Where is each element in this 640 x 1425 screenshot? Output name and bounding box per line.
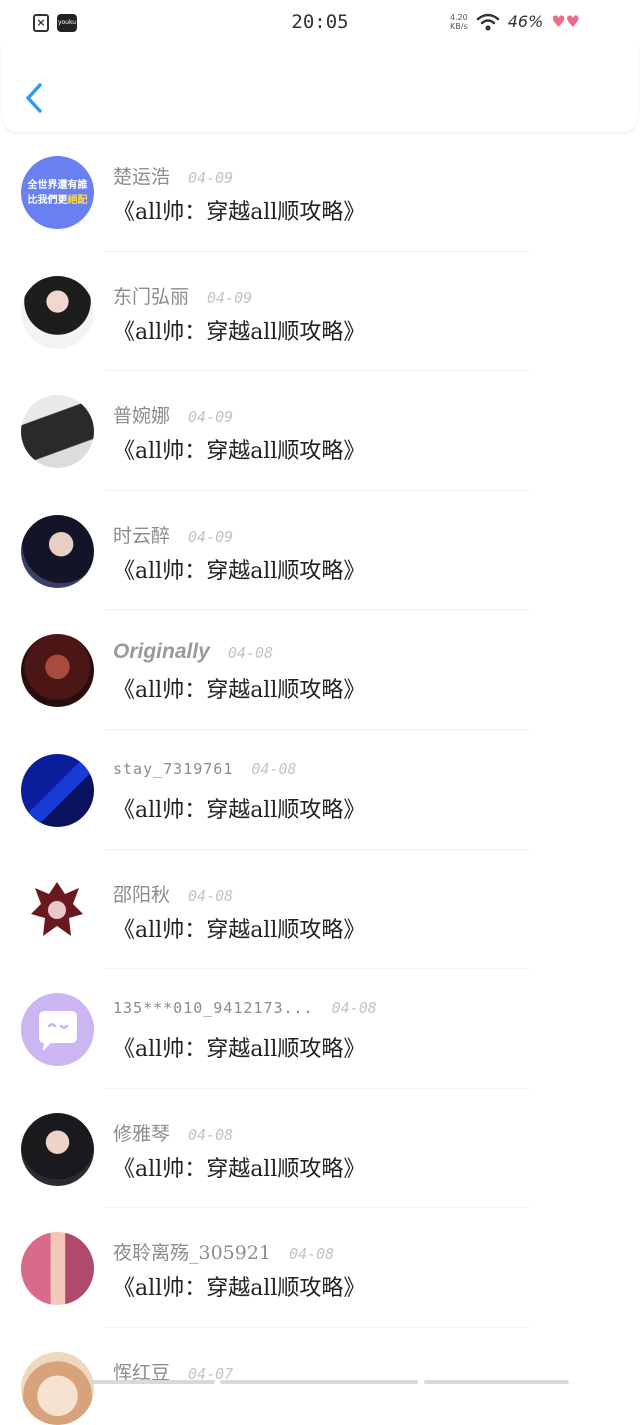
comment-title[interactable]: 《all帅：穿越all顺攻略》 — [113, 1270, 365, 1302]
status-bar: × youku 20:05 4.20 KB/s 46% ♥♥ — [0, 0, 640, 44]
comment-title[interactable]: 《all帅：穿越all顺攻略》 — [113, 433, 365, 465]
avatar[interactable] — [21, 993, 94, 1067]
avatar[interactable] — [21, 1351, 94, 1425]
top-nav-bar — [2, 44, 638, 132]
list-item[interactable]: stay_7319761 04-08 《all帅：穿越all顺攻略》 — [0, 730, 640, 850]
comment-date: 04-09 — [188, 408, 234, 427]
comment-date: 04-08 — [227, 644, 274, 663]
comment-date: 04-08 — [188, 1125, 234, 1144]
comment-title[interactable]: 《all帅：穿越all顺攻略》 — [113, 912, 365, 944]
comment-title[interactable]: 《all帅：穿越all顺攻略》 — [113, 194, 365, 226]
back-button[interactable] — [20, 78, 50, 118]
battery-level: 46% — [507, 12, 544, 31]
comment-title[interactable]: 《all帅：穿越all顺攻略》 — [113, 314, 365, 346]
username[interactable]: 修雅琴 — [113, 1119, 170, 1146]
comment-date: 04-09 — [188, 169, 234, 187]
avatar-text-line1: 全世界還有誰 — [27, 179, 88, 191]
list-item[interactable]: 恽红豆 04-07 — [0, 1328, 640, 1425]
username[interactable]: 135***010_9412173... — [113, 999, 314, 1017]
status-indicators: 4.20 KB/s 46% ♥♥ — [450, 12, 580, 31]
username[interactable]: 夜聆离殇_305921 — [113, 1238, 271, 1265]
username[interactable]: 邵阳秋 — [113, 880, 170, 907]
username[interactable]: 普婉娜 — [113, 401, 170, 428]
comment-date: 04-08 — [251, 759, 297, 778]
comment-title[interactable]: 《all帅：穿越all顺攻略》 — [113, 792, 365, 824]
username[interactable]: 楚运浩 — [113, 162, 170, 189]
avatar[interactable] — [21, 275, 94, 349]
username[interactable]: 东门弘丽 — [113, 282, 189, 309]
comment-date: 04-09 — [207, 288, 253, 307]
comment-date: 04-09 — [188, 527, 234, 546]
avatar[interactable] — [21, 634, 94, 708]
comment-date: 04-08 — [188, 886, 234, 905]
comment-title[interactable]: 《all帅：穿越all顺攻略》 — [113, 1151, 365, 1183]
battery-heart-icon: ♥♥ — [551, 12, 580, 31]
comment-list: 全世界還有誰 比我們更絕配 楚运浩 04-09 《all帅：穿越all顺攻略》 … — [0, 132, 640, 1425]
username[interactable]: stay_7319761 — [113, 760, 233, 778]
chevron-left-icon — [26, 83, 42, 113]
avatar[interactable] — [21, 395, 94, 469]
list-item[interactable]: 135***010_9412173... 04-08 《all帅：穿越all顺攻… — [0, 969, 640, 1089]
avatar-text-line2: 比我們更絕配 — [27, 194, 88, 206]
avatar[interactable] — [21, 514, 94, 588]
username[interactable]: Originally — [113, 640, 210, 664]
list-item[interactable]: 普婉娜 04-09 《all帅：穿越all顺攻略》 — [0, 371, 640, 491]
avatar[interactable] — [21, 1112, 94, 1186]
net-speed: 4.20 KB/s — [450, 13, 468, 31]
username[interactable]: 时云醉 — [113, 521, 170, 548]
comment-title[interactable]: 《all帅：穿越all顺攻略》 — [113, 553, 365, 585]
avatar[interactable] — [21, 1232, 94, 1306]
chat-bubble-icon — [39, 1011, 77, 1052]
avatar[interactable] — [21, 873, 94, 947]
avatar[interactable] — [21, 753, 94, 827]
emblem-icon — [31, 881, 83, 936]
avatar[interactable]: 全世界還有誰 比我們更絕配 — [21, 156, 94, 229]
net-speed-unit: KB/s — [450, 21, 468, 31]
net-speed-value: 4.20 — [449, 12, 468, 22]
list-item[interactable]: 时云醉 04-09 《all帅：穿越all顺攻略》 — [0, 491, 640, 611]
comment-title[interactable]: 《all帅：穿越all顺攻略》 — [113, 1031, 365, 1063]
list-item[interactable]: 修雅琴 04-08 《all帅：穿越all顺攻略》 — [0, 1089, 640, 1209]
comment-date: 04-08 — [289, 1245, 335, 1264]
list-item[interactable]: 东门弘丽 04-09 《all帅：穿越all顺攻略》 — [0, 252, 640, 372]
list-item[interactable]: 夜聆离殇_305921 04-08 《all帅：穿越all顺攻略》 — [0, 1208, 640, 1328]
comment-date: 04-08 — [331, 999, 377, 1018]
comment-title[interactable]: 《all帅：穿越all顺攻略》 — [113, 672, 365, 704]
wifi-icon — [476, 13, 499, 30]
list-item[interactable]: Originally 04-08 《all帅：穿越all顺攻略》 — [0, 610, 640, 730]
bottom-indicator — [0, 1380, 640, 1385]
list-item[interactable]: 全世界還有誰 比我們更絕配 楚运浩 04-09 《all帅：穿越all顺攻略》 — [0, 132, 640, 252]
list-item[interactable]: 邵阳秋 04-08 《all帅：穿越all顺攻略》 — [0, 850, 640, 970]
